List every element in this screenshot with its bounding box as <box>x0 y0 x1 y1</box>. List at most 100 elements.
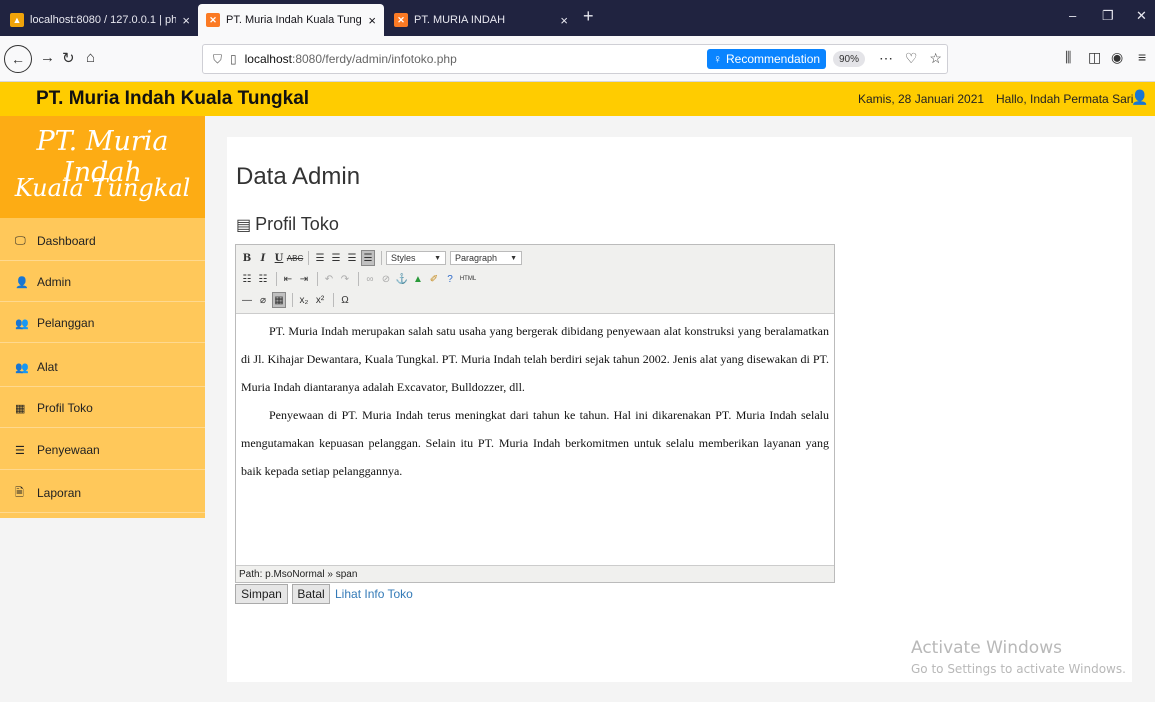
url-host: localhost <box>244 52 292 66</box>
sidebar-item-dashboard[interactable]: 🖵 Dashboard <box>0 222 205 261</box>
forward-button[interactable]: → <box>40 49 55 66</box>
sidebar-item-admin[interactable]: 👤 Admin <box>0 263 205 302</box>
xampp-icon: ✕ <box>206 13 220 27</box>
maximize-button[interactable]: ❐ <box>1102 8 1114 24</box>
align-left-icon[interactable]: ☰ <box>313 250 327 266</box>
sidebar-item-label: Penyewaan <box>37 443 100 457</box>
italic-button[interactable]: I <box>256 250 270 266</box>
subscript-icon[interactable]: x₂ <box>297 292 311 308</box>
section-title-text: Profil Toko <box>255 214 339 234</box>
sidebar-item-alat[interactable]: 👥 Alat <box>0 348 205 387</box>
user-greeting[interactable]: Hallo, Indah Permata Sari <box>996 92 1133 106</box>
sidebar-item-label: Pelanggan <box>37 316 95 330</box>
monitor-icon: 🖵 <box>15 234 26 247</box>
sidebar-item-penyewaan[interactable]: ☰ Penyewaan <box>0 431 205 470</box>
editor-content[interactable]: PT. Muria Indah merupakan salah satu usa… <box>241 317 829 485</box>
unlink-icon[interactable]: ⊘ <box>379 271 393 287</box>
phpmyadmin-icon: ▲ <box>10 13 24 27</box>
site-brand[interactable]: PT. Muria Indah Kuala Tungkal <box>36 88 309 110</box>
sidebar: PT. Muria Indah Kuala Tungkal 🖵 Dashboar… <box>0 116 205 518</box>
toolbar-row-2: ☷ ☷ ⇤ ⇥ ↶ ↷ ∞ ⊘ ⚓ ▲ ✐ ? HTML <box>240 269 479 289</box>
browser-tab-phpmyadmin[interactable]: ▲ localhost:8080 / 127.0.0.1 | php × <box>2 4 198 36</box>
superscript-icon[interactable]: x² <box>313 292 327 308</box>
sidebar-item-profil-toko[interactable]: ▦ Profil Toko <box>0 389 205 428</box>
users-icon: 👥 <box>15 317 29 330</box>
list-alt-icon: ▤ <box>236 217 252 234</box>
link-icon[interactable]: ∞ <box>363 271 377 287</box>
toolbar-separator <box>358 272 359 286</box>
anchor-icon[interactable]: ⚓ <box>395 271 409 287</box>
browser-tab-muria-indah[interactable]: ✕ PT. Muria Indah Kuala Tungkal × <box>198 4 384 36</box>
sidebar-brand: PT. Muria Indah Kuala Tungkal <box>0 116 205 218</box>
user-icon[interactable]: 👤 <box>1131 89 1148 106</box>
align-right-icon[interactable]: ☰ <box>345 250 359 266</box>
close-window-button[interactable]: ✕ <box>1136 8 1147 24</box>
remove-format-icon[interactable]: ⌀ <box>256 292 270 308</box>
current-date: Kamis, 28 Januari 2021 <box>858 92 985 106</box>
strikethrough-button[interactable]: ABC <box>287 250 303 266</box>
outdent-icon[interactable]: ⇤ <box>281 271 295 287</box>
url-text[interactable]: localhost:8080/ferdy/admin/infotoko.php <box>245 52 457 66</box>
image-icon[interactable]: ▲ <box>411 271 425 287</box>
align-justify-icon[interactable]: ☰ <box>361 250 375 266</box>
xampp-icon: ✕ <box>394 13 408 27</box>
underline-button[interactable]: U <box>272 250 286 266</box>
toolbar-row-1: B I U ABC ☰ ☰ ☰ ☰ Styles ▼ Paragraph ▼ <box>240 248 526 268</box>
reload-button[interactable]: ↻ <box>62 49 75 67</box>
browser-tab-muria-indah-caps[interactable]: ✕ PT. MURIA INDAH × <box>386 4 576 36</box>
redo-icon[interactable]: ↷ <box>338 271 352 287</box>
page-info-icon[interactable]: ▯ <box>230 52 237 66</box>
help-icon[interactable]: ? <box>443 271 457 287</box>
toolbar-separator <box>276 272 277 286</box>
format-select-value: Paragraph <box>455 253 498 263</box>
html-source-icon[interactable]: HTML <box>459 271 477 287</box>
toolbar-separator <box>381 251 382 265</box>
editor-toolbar: B I U ABC ☰ ☰ ☰ ☰ Styles ▼ Paragraph ▼ ☷ ☷… <box>236 245 834 314</box>
view-info-link[interactable]: Lihat Info Toko <box>335 587 413 601</box>
close-tab-icon[interactable]: × <box>368 13 376 28</box>
toolbar-separator <box>308 251 309 265</box>
indent-icon[interactable]: ⇥ <box>297 271 311 287</box>
numbered-list-icon[interactable]: ☷ <box>256 271 270 287</box>
special-char-icon[interactable]: Ω <box>338 292 352 308</box>
sidebar-item-label: Alat <box>37 360 58 374</box>
sidebar-item-pelanggan[interactable]: 👥 Pelanggan <box>0 304 205 343</box>
close-tab-icon[interactable]: × <box>182 13 190 28</box>
bullet-list-icon[interactable]: ☷ <box>240 271 254 287</box>
library-icon[interactable]: ⫼ <box>1065 49 1071 66</box>
chevron-down-icon: ▼ <box>434 254 441 262</box>
file-icon: 🗎 <box>15 486 24 499</box>
home-button[interactable]: ⌂ <box>86 49 95 66</box>
sidebar-item-label: Profil Toko <box>37 401 93 415</box>
bold-button[interactable]: B <box>240 250 254 266</box>
bookmark-star-icon[interactable]: ☆ <box>929 50 946 66</box>
sidebar-item-laporan[interactable]: 🗎 Laporan <box>0 474 205 513</box>
back-button[interactable]: ← <box>4 45 32 73</box>
new-tab-button[interactable]: + <box>583 6 594 27</box>
save-button[interactable]: Simpan <box>235 584 288 604</box>
cleanup-icon[interactable]: ✐ <box>427 271 441 287</box>
format-select[interactable]: Paragraph ▼ <box>450 251 522 265</box>
cancel-button[interactable]: Batal <box>292 584 330 604</box>
tracking-shield-icon[interactable]: ⛉ <box>213 52 222 67</box>
account-icon[interactable]: ◉ <box>1111 49 1123 66</box>
pocket-icon[interactable]: ♡ <box>905 50 922 66</box>
menu-icon[interactable]: ≡ <box>1138 49 1146 65</box>
visual-aid-icon[interactable]: ▦ <box>272 292 286 308</box>
more-icon[interactable]: ⋯ <box>879 50 897 66</box>
close-tab-icon[interactable]: × <box>560 13 568 28</box>
windows-activation-subtitle: Go to Settings to activate Windows. <box>911 662 1126 676</box>
section-title: ▤ Profil Toko <box>236 214 339 235</box>
recommendation-button[interactable]: ♀ Recommendation <box>707 49 827 69</box>
page-title: Data Admin <box>236 163 361 190</box>
url-bar[interactable]: ⛉ ▯ localhost:8080/ferdy/admin/infotoko.… <box>202 44 948 74</box>
editor-path-bar: Path: p.MsoNormal » span <box>236 565 834 582</box>
url-actions: ⋯ ♡ ☆ <box>879 50 946 67</box>
sidebar-toggle-icon[interactable]: ◫ <box>1088 49 1101 66</box>
minimize-button[interactable]: – <box>1069 8 1076 23</box>
styles-select[interactable]: Styles ▼ <box>386 251 446 265</box>
undo-icon[interactable]: ↶ <box>322 271 336 287</box>
align-center-icon[interactable]: ☰ <box>329 250 343 266</box>
zoom-badge[interactable]: 90% <box>833 51 866 67</box>
horizontal-rule-icon[interactable]: — <box>240 292 254 308</box>
